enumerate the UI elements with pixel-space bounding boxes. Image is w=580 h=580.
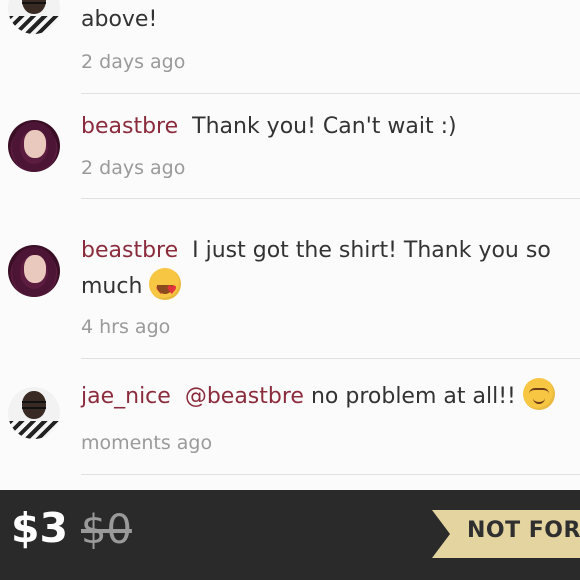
emoji-mouth: [532, 397, 545, 404]
avatar-shirt: [8, 421, 60, 439]
comment-divider: [81, 358, 580, 359]
comment-username-link[interactable]: beastbre: [81, 238, 178, 263]
comment-message-line1: I just got the shirt! Thank you so: [192, 238, 551, 263]
comment-time: 2 days ago: [81, 157, 186, 179]
comment-message: no problem at all!!: [310, 384, 516, 409]
comment-time: 4 hrs ago: [81, 316, 171, 338]
comment-divider: [81, 474, 580, 475]
not-for-sale-label: NOT FOR: [467, 518, 580, 543]
avatar-beastbre[interactable]: [8, 245, 60, 297]
avatar-jae-nice[interactable]: [8, 0, 60, 34]
glasses-icon: [22, 401, 46, 409]
comment-divider: [81, 198, 580, 199]
glasses-icon: [22, 0, 46, 4]
comment-text: beastbre Thank you! Can't wait :): [81, 110, 457, 144]
comment-message-line2: much: [81, 274, 143, 299]
comment-text-continued: much: [81, 268, 182, 307]
heart-eyes-emoji-icon: [149, 268, 182, 307]
comment-text: above!: [81, 7, 158, 32]
emoji-mouth: [157, 285, 174, 294]
original-price: $0: [81, 507, 132, 553]
avatar-shirt: [8, 16, 60, 34]
comment-text: beastbre I just got the shirt! Thank you…: [81, 234, 551, 268]
comment-username-link[interactable]: beastbre: [81, 114, 178, 139]
comment-time: moments ago: [81, 432, 213, 454]
comment-time: 2 days ago: [81, 51, 186, 73]
comment-divider: [81, 93, 580, 94]
comment-text: jae_nice @beastbre no problem at all!!: [81, 378, 555, 414]
avatar-jae-nice[interactable]: [8, 387, 60, 439]
listing-price: $3: [11, 504, 69, 552]
smiling-blush-emoji-icon: [522, 378, 555, 410]
emoji-eyes: [528, 388, 549, 394]
avatar-face: [24, 130, 46, 158]
comment-mention-link[interactable]: @beastbre: [185, 384, 304, 409]
avatar-face: [24, 255, 46, 283]
comment-message: Thank you! Can't wait :): [192, 114, 457, 139]
listing-price-bar: $3 $0 NOT FOR: [0, 490, 580, 580]
comment-username-link[interactable]: jae_nice: [81, 384, 171, 409]
avatar-beastbre[interactable]: [8, 120, 60, 172]
